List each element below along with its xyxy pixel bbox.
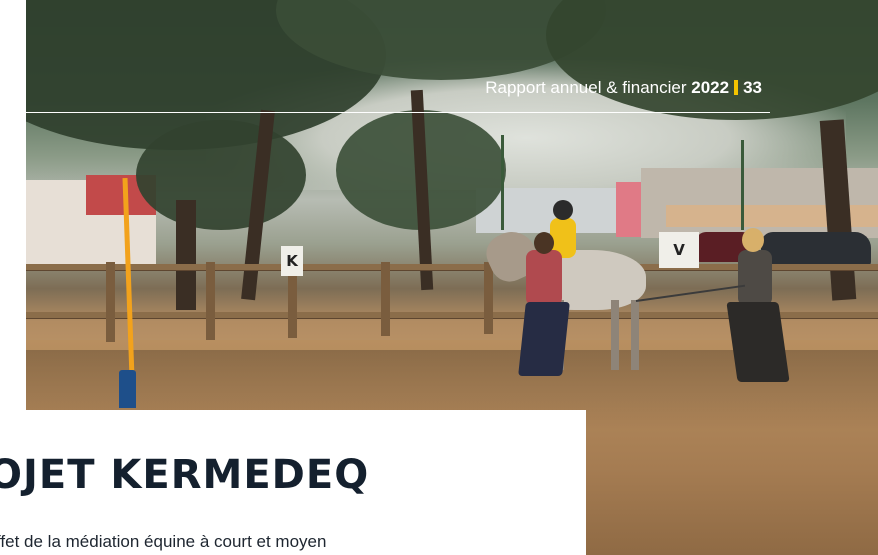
lamp-post bbox=[501, 135, 504, 230]
fence-post bbox=[381, 262, 390, 336]
arena-letter-sign-v: V bbox=[659, 232, 699, 268]
running-header: Rapport annuel & financier 2022 33 bbox=[485, 78, 762, 98]
rider-helmet bbox=[553, 200, 573, 220]
handler-plaid bbox=[526, 250, 562, 306]
horse-leg bbox=[611, 300, 619, 370]
lamp-post-right bbox=[741, 140, 744, 230]
handler-woman-legs bbox=[726, 302, 790, 382]
training-pole-base bbox=[119, 370, 136, 408]
page-number: 33 bbox=[743, 78, 762, 97]
handler-woman bbox=[738, 250, 772, 306]
fence-post bbox=[106, 262, 115, 342]
article-body: ffet de la médiation équine à court et m… bbox=[0, 532, 327, 551]
tree-trunk-3 bbox=[176, 200, 196, 310]
tree-canopy-mid bbox=[136, 120, 306, 230]
lead-rope bbox=[635, 284, 746, 302]
parked-car-2 bbox=[761, 232, 871, 266]
header-rule bbox=[0, 112, 770, 113]
handler-plaid-legs bbox=[518, 302, 570, 376]
horse-leg bbox=[631, 300, 639, 370]
fence-post bbox=[484, 262, 493, 334]
fence-post bbox=[206, 262, 215, 340]
header-separator-bar bbox=[734, 80, 739, 95]
report-label: Rapport annuel & financier bbox=[485, 78, 687, 97]
arena-letter-sign-k: K bbox=[281, 246, 303, 276]
article-title: OJET KERMEDEQ bbox=[0, 452, 370, 498]
report-year: 2022 bbox=[691, 78, 730, 97]
handler-woman-head bbox=[742, 228, 764, 252]
handler-plaid-head bbox=[534, 232, 554, 254]
